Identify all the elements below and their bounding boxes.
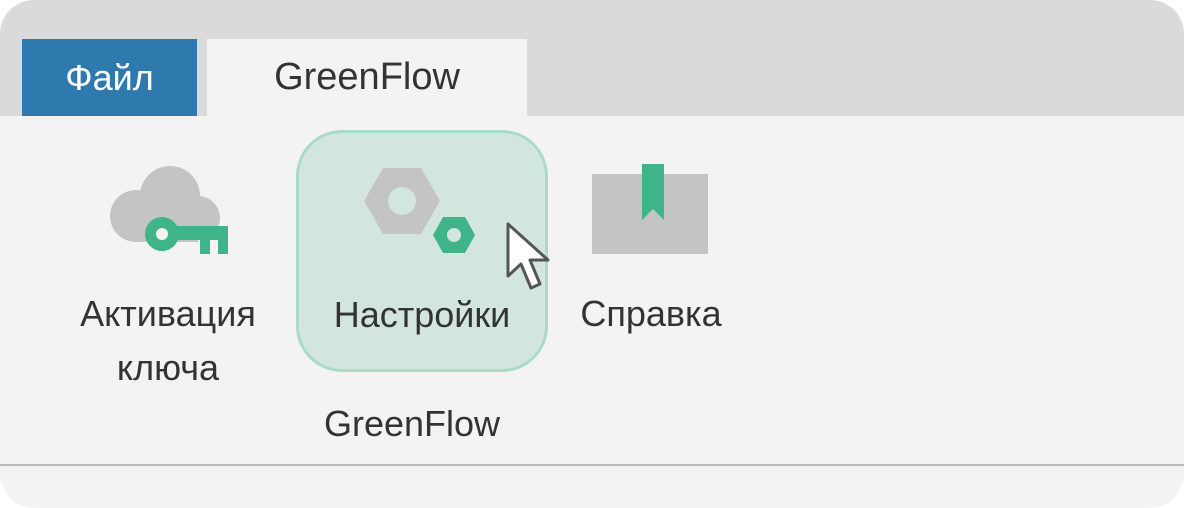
app-window: Файл GreenFlow Активация ключа Настройки… [0, 0, 1184, 508]
tab-file[interactable]: Файл [22, 39, 197, 116]
ribbon-tab-bar: Файл GreenFlow [0, 0, 1184, 116]
tab-greenflow[interactable]: GreenFlow [207, 39, 527, 116]
mouse-cursor-icon [506, 222, 550, 290]
activate-key-button[interactable]: Активация ключа [60, 160, 276, 400]
settings-label: Настройки [333, 294, 511, 335]
help-label: Справка [580, 293, 722, 334]
ribbon-divider [0, 464, 1184, 466]
ribbon-group-label: GreenFlow [323, 403, 501, 444]
book-bookmark-icon [592, 164, 708, 254]
activate-key-label-line2: ключа [116, 347, 220, 388]
settings-nuts-icon [364, 168, 475, 253]
help-button[interactable]: Справка [566, 160, 736, 360]
cloud-key-icon [110, 166, 228, 254]
activate-key-label-line1: Активация [80, 293, 256, 334]
